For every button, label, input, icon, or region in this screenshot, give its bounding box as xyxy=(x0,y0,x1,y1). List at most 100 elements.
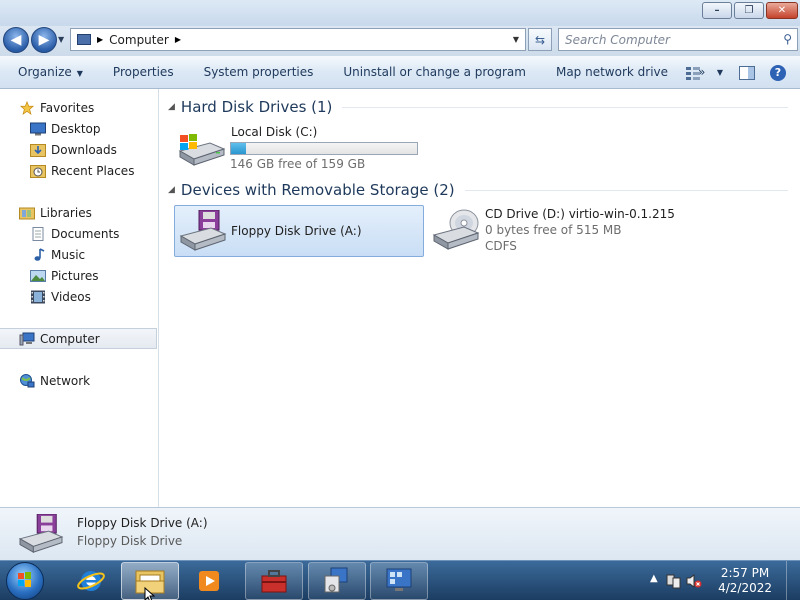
mouse-cursor-icon xyxy=(144,587,156,600)
chevron-down-icon: ▼ xyxy=(76,69,83,78)
nav-libraries[interactable]: Libraries xyxy=(19,202,92,223)
computer-icon xyxy=(77,34,91,45)
nav-network[interactable]: Network xyxy=(19,370,90,391)
star-icon xyxy=(19,100,35,115)
forward-button[interactable]: ▶ xyxy=(31,27,57,53)
nav-videos[interactable]: Videos xyxy=(30,286,91,307)
refresh-icon: ⇆ xyxy=(534,32,546,47)
desktop-icon xyxy=(30,122,46,135)
address-field[interactable]: ▶ Computer ▶ ▼ xyxy=(70,28,526,51)
forward-arrow-icon: ▶ xyxy=(38,32,50,48)
command-bar: Organize ▼ Properties System properties U… xyxy=(0,56,800,89)
back-arrow-icon: ◀ xyxy=(10,32,22,48)
toolbox-taskbar-button[interactable] xyxy=(245,562,303,600)
show-hidden-icons-button[interactable]: ▲ xyxy=(650,573,658,584)
uninstall-program-button[interactable]: Uninstall or change a program xyxy=(343,65,526,79)
back-button[interactable]: ◀ xyxy=(3,27,29,53)
hard-disk-group-title: Hard Disk Drives (1) xyxy=(180,98,333,116)
explorer-taskbar-button[interactable] xyxy=(121,562,179,600)
cd-drive-icon xyxy=(432,209,480,250)
nav-music-label: Music xyxy=(51,247,86,262)
collapse-triangle-icon[interactable]: ◢ xyxy=(168,102,175,112)
nav-favorites-label: Favorites xyxy=(40,100,95,115)
change-view-button[interactable] xyxy=(684,65,702,81)
clock-date: 4/2/2022 xyxy=(718,581,772,595)
clock-time: 2:57 PM xyxy=(720,566,770,580)
content-area: ◢ Hard Disk Drives (1) Local Disk (C:) 1… xyxy=(160,89,800,507)
nav-videos-label: Videos xyxy=(51,289,91,304)
group-divider xyxy=(464,189,788,191)
cd-drive-d[interactable]: CD Drive (D:) virtio-win-0.1.215 0 bytes… xyxy=(430,205,760,257)
local-disk-name: Local Disk (C:) xyxy=(231,125,318,139)
hard-disk-group-header[interactable]: ◢ Hard Disk Drives (1) xyxy=(168,98,788,116)
floppy-drive-icon xyxy=(179,210,227,251)
media-player-taskbar-button[interactable] xyxy=(180,562,238,600)
recent-pages-dropdown[interactable]: ▼ xyxy=(58,35,64,44)
nav-downloads[interactable]: Downloads xyxy=(30,139,117,160)
details-item-type: Floppy Disk Drive xyxy=(77,534,183,548)
internet-explorer-taskbar-button[interactable] xyxy=(62,562,120,600)
toolbox-icon xyxy=(261,570,287,593)
control-panel-taskbar-button[interactable] xyxy=(370,562,428,600)
help-icon: ? xyxy=(774,66,782,79)
nav-music[interactable]: Music xyxy=(30,244,85,265)
organize-button[interactable]: Organize ▼ xyxy=(18,65,83,79)
window-controls: – ❐ ✕ xyxy=(702,2,798,19)
show-desktop-button[interactable] xyxy=(786,561,800,600)
minimize-icon: – xyxy=(714,5,720,16)
close-button[interactable]: ✕ xyxy=(766,2,798,19)
help-button[interactable]: ? xyxy=(770,64,786,81)
details-pane: Floppy Disk Drive (A:) Floppy Disk Drive xyxy=(0,507,800,560)
pictures-icon xyxy=(30,269,46,282)
removable-group-header[interactable]: ◢ Devices with Removable Storage (2) xyxy=(168,181,788,199)
breadcrumb-separator-icon[interactable]: ▶ xyxy=(97,35,103,44)
nav-documents-label: Documents xyxy=(51,226,120,241)
group-divider xyxy=(342,106,788,108)
installer-icon xyxy=(324,567,348,593)
breadcrumb-computer[interactable]: Computer xyxy=(109,33,169,47)
control-panel-icon xyxy=(386,568,412,591)
nav-favorites[interactable]: Favorites xyxy=(19,97,94,118)
nav-recent-places[interactable]: Recent Places xyxy=(30,160,134,181)
details-item-name: Floppy Disk Drive (A:) xyxy=(77,516,208,530)
nav-desktop-label: Desktop xyxy=(51,121,101,136)
nav-computer[interactable]: Computer xyxy=(0,328,157,349)
cd-drive-name: CD Drive (D:) virtio-win-0.1.215 xyxy=(485,207,675,221)
address-history-dropdown[interactable]: ▼ xyxy=(513,35,519,44)
local-disk-c[interactable]: Local Disk (C:) 146 GB free of 159 GB xyxy=(174,123,434,171)
system-properties-button[interactable]: System properties xyxy=(204,65,314,79)
floppy-drive-a[interactable]: Floppy Disk Drive (A:) xyxy=(174,205,424,257)
collapse-triangle-icon[interactable]: ◢ xyxy=(168,185,175,195)
nav-network-label: Network xyxy=(40,373,91,388)
maximize-button[interactable]: ❐ xyxy=(734,2,764,19)
search-input[interactable]: Search Computer ⚲ xyxy=(558,28,798,51)
properties-button[interactable]: Properties xyxy=(113,65,174,79)
view-options-dropdown[interactable]: ▼ xyxy=(716,65,724,81)
clock[interactable]: 2:57 PM 4/2/2022 xyxy=(718,566,772,596)
music-note-icon xyxy=(34,247,45,261)
start-button[interactable] xyxy=(6,562,44,600)
cd-drive-free-space: 0 bytes free of 515 MB xyxy=(485,223,622,237)
view-controls: ▼ ? xyxy=(684,56,800,89)
installer-taskbar-button[interactable] xyxy=(308,562,366,600)
videos-filmstrip-icon xyxy=(31,290,45,303)
preview-pane-button[interactable] xyxy=(738,65,756,81)
navigation-pane: Favorites Desktop Downloads Recent Place… xyxy=(0,89,159,507)
floppy-drive-icon xyxy=(18,514,64,554)
organize-label: Organize xyxy=(18,65,72,79)
refresh-button[interactable]: ⇆ xyxy=(528,28,552,51)
documents-icon xyxy=(32,226,44,241)
volume-muted-icon[interactable] xyxy=(686,573,702,589)
breadcrumb-chevron-icon[interactable]: ▶ xyxy=(175,35,181,44)
nav-desktop[interactable]: Desktop xyxy=(30,118,101,139)
nav-documents[interactable]: Documents xyxy=(30,223,119,244)
map-network-drive-button[interactable]: Map network drive xyxy=(556,65,668,79)
title-bar: – ❐ ✕ xyxy=(0,0,800,26)
minimize-button[interactable]: – xyxy=(702,2,732,19)
network-status-icon[interactable] xyxy=(666,573,682,589)
windows-logo-icon xyxy=(18,572,31,587)
nav-pictures[interactable]: Pictures xyxy=(30,265,99,286)
taskbar: ▲ 2:57 PM 4/2/2022 xyxy=(0,560,800,600)
search-icon[interactable]: ⚲ xyxy=(783,32,792,46)
network-globe-icon xyxy=(20,373,35,387)
